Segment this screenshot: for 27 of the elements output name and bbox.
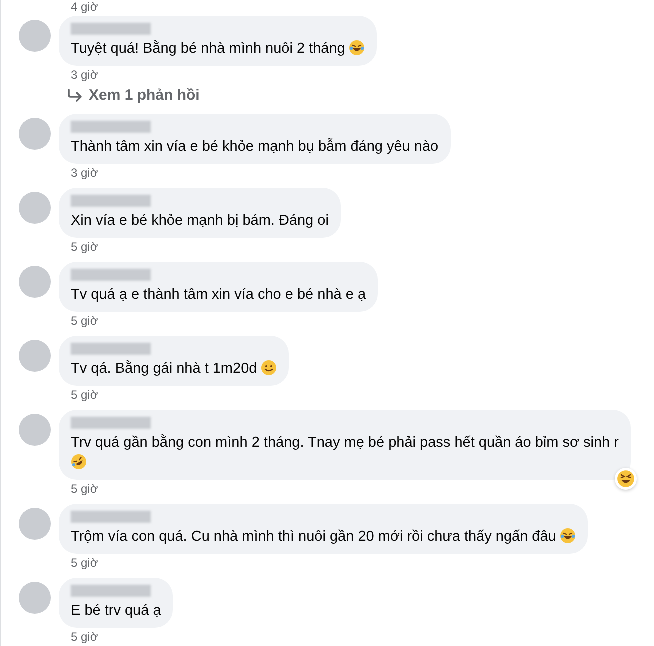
timestamp[interactable]: 5 giờ	[71, 482, 98, 496]
timestamp[interactable]: 5 giờ	[71, 314, 98, 328]
avatar[interactable]	[19, 266, 51, 298]
timestamp[interactable]: 3 giờ	[71, 68, 98, 82]
timestamp[interactable]: 5 giờ	[71, 556, 98, 570]
comment-text: Tv qá. Bằng gái nhà t 1m20d	[71, 361, 258, 377]
comment-text: Trộm vía con quá. Cu nhà mình thì nuôi gần 20 mới rồi chưa thấy ngấn đâu	[71, 529, 556, 545]
comment-text: E bé trv quá ạ	[71, 603, 162, 619]
timestamp[interactable]: 3 giờ	[71, 166, 98, 180]
timestamp[interactable]: 5 giờ	[71, 240, 98, 254]
timestamp[interactable]: 4 giờ	[71, 0, 98, 14]
view-replies-link[interactable]: Xem 1 phản hồi	[89, 86, 200, 106]
avatar[interactable]	[19, 118, 51, 150]
comment-text: Thành tâm xin vía e bé khỏe mạnh bụ bẫm đáng yêu nào	[71, 139, 439, 155]
avatar[interactable]	[19, 340, 51, 372]
avatar[interactable]	[19, 192, 51, 224]
timestamp[interactable]: 5 giờ	[71, 630, 98, 644]
avatar[interactable]	[19, 508, 51, 540]
avatar[interactable]	[19, 20, 51, 52]
avatar[interactable]	[19, 414, 51, 446]
timestamp[interactable]: 5 giờ	[71, 388, 98, 402]
comment-text: Trv quá gần bằng con mình 2 tháng. Tnay mẹ bé phải pass hết quần áo bỉm sơ sinh r	[71, 435, 619, 451]
reply-arrow-icon	[67, 89, 83, 103]
comment-text: Xin vía e bé khỏe mạnh bị bám. Đáng oi	[71, 213, 329, 229]
comment-text: Tv quá ạ e thành tâm xin vía cho e bé nhà e ạ	[71, 287, 366, 303]
avatar[interactable]	[19, 582, 51, 614]
comment-text: Tuyệt quá! Bằng bé nhà mình nuôi 2 tháng	[71, 41, 346, 57]
